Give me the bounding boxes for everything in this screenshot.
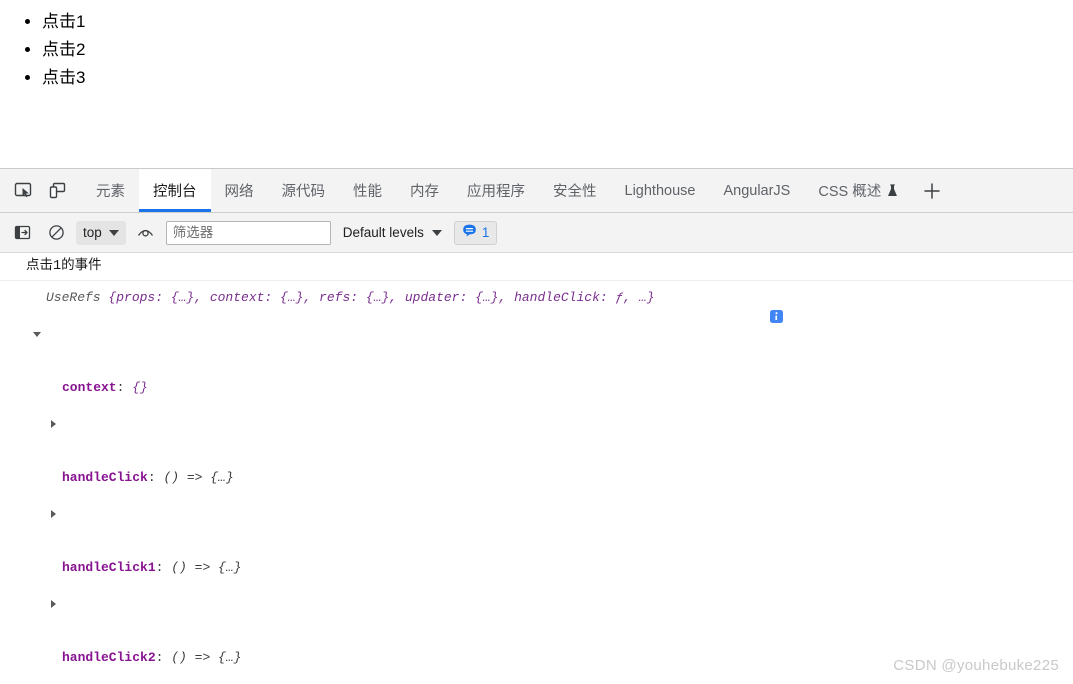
tab-css-overview[interactable]: CSS 概述 <box>804 169 912 212</box>
property-name: handleClick1 <box>62 560 156 575</box>
tab-label: 控制台 <box>153 184 197 200</box>
tab-lighthouse[interactable]: Lighthouse <box>611 169 710 212</box>
devtools-screenshot: 点击1 点击2 点击3 元素 <box>0 0 1073 684</box>
tab-label: 性能 <box>353 184 382 200</box>
object-property-row[interactable]: handleClick1 : () => {…} <box>0 558 1073 648</box>
message-bubble-icon <box>462 223 477 243</box>
object-inspector: UseRefs {props: {…}, context: {…}, refs:… <box>0 285 1073 684</box>
tab-label: CSS 概述 <box>818 184 882 200</box>
tab-memory[interactable]: 内存 <box>396 169 453 212</box>
tab-sources[interactable]: 源代码 <box>268 169 340 212</box>
property-name: handleClick2 <box>62 650 156 665</box>
object-property-row[interactable]: context : {} <box>0 378 1073 468</box>
property-separator: : <box>155 650 172 665</box>
message-count-value: 1 <box>481 225 490 240</box>
log-levels-value: Default levels <box>342 225 424 240</box>
list-item[interactable]: 点击3 <box>42 64 1073 92</box>
property-value: () => {…} <box>171 650 242 665</box>
object-property-row[interactable]: handleClick : () => {…} <box>0 468 1073 558</box>
chevron-down-icon <box>431 229 442 236</box>
disclosure-triangle-collapsed-icon[interactable] <box>48 649 60 684</box>
property-value: () => {…} <box>163 470 234 485</box>
filter-input[interactable] <box>165 220 331 245</box>
property-value: () => {…} <box>171 560 242 575</box>
property-separator: : <box>147 470 164 485</box>
live-expression-eye-icon[interactable] <box>132 220 160 246</box>
property-name: handleClick <box>62 470 148 485</box>
devtools-panel: 元素 控制台 网络 源代码 性能 内存 应用程序 安全性 Lighthouse … <box>0 168 1073 684</box>
tab-label: 源代码 <box>281 184 326 200</box>
web-page-viewport: 点击1 点击2 点击3 <box>0 0 1073 168</box>
page-bullet-list: 点击1 点击2 点击3 <box>0 8 1073 92</box>
add-tab-plus-icon[interactable] <box>912 169 952 212</box>
disclosure-triangle-collapsed-icon[interactable] <box>48 469 60 559</box>
execution-context-selector[interactable]: top <box>76 220 126 245</box>
object-preview: {props: {…}, context: {…}, refs: {…}, up… <box>100 290 655 305</box>
tab-label: AngularJS <box>723 182 791 199</box>
experiment-flask-icon <box>887 184 898 197</box>
clear-console-icon[interactable] <box>42 220 70 246</box>
object-class-name: UseRefs <box>46 290 101 305</box>
tab-network[interactable]: 网络 <box>211 169 268 212</box>
tab-angularjs[interactable]: AngularJS <box>709 169 804 212</box>
tab-security[interactable]: 安全性 <box>539 169 611 212</box>
disclosure-triangle-collapsed-icon[interactable] <box>48 379 60 469</box>
log-levels-selector[interactable]: Default levels <box>337 221 448 245</box>
console-toolbar: top Default levels <box>0 213 1073 253</box>
console-entry-object[interactable]: UseRefs {props: {…}, context: {…}, refs:… <box>0 281 1073 684</box>
tab-label: 元素 <box>96 184 125 200</box>
message-count-badge[interactable]: 1 <box>453 220 498 245</box>
property-name: context <box>62 380 117 395</box>
execution-context-value: top <box>83 225 102 240</box>
tab-label: 应用程序 <box>467 184 525 200</box>
tab-console[interactable]: 控制台 <box>139 169 211 212</box>
console-entry[interactable]: 点击1的事件 <box>0 253 1073 281</box>
property-separator: : <box>116 380 133 395</box>
console-message-list[interactable]: 点击1的事件 UseRefs {props: {…}, context: {…}… <box>0 253 1073 684</box>
tab-performance[interactable]: 性能 <box>339 169 396 212</box>
tab-label: 安全性 <box>553 184 597 200</box>
tabbar-divider <box>74 169 82 212</box>
list-item[interactable]: 点击2 <box>42 36 1073 64</box>
disclosure-triangle-expanded-icon[interactable] <box>32 289 44 379</box>
console-log-text: 点击1的事件 <box>26 259 102 274</box>
property-separator: : <box>155 560 172 575</box>
inspect-element-icon[interactable] <box>6 169 40 212</box>
watermark: CSDN @youhebuke225 <box>893 657 1059 674</box>
chevron-down-icon <box>108 229 119 236</box>
list-item[interactable]: 点击1 <box>42 8 1073 36</box>
tab-application[interactable]: 应用程序 <box>453 169 539 212</box>
tab-label: Lighthouse <box>624 182 696 199</box>
devtools-tabbar: 元素 控制台 网络 源代码 性能 内存 应用程序 安全性 Lighthouse … <box>0 169 1073 213</box>
disclosure-triangle-collapsed-icon[interactable] <box>48 559 60 649</box>
object-header-row[interactable]: UseRefs {props: {…}, context: {…}, refs:… <box>0 288 1073 378</box>
tab-elements[interactable]: 元素 <box>82 169 139 212</box>
info-circle-icon[interactable] <box>661 290 783 350</box>
show-console-sidebar-icon[interactable] <box>8 220 36 246</box>
property-value: {} <box>132 380 148 395</box>
tab-label: 网络 <box>224 184 254 200</box>
tab-label: 内存 <box>410 184 439 200</box>
device-toolbar-icon[interactable] <box>40 169 74 212</box>
